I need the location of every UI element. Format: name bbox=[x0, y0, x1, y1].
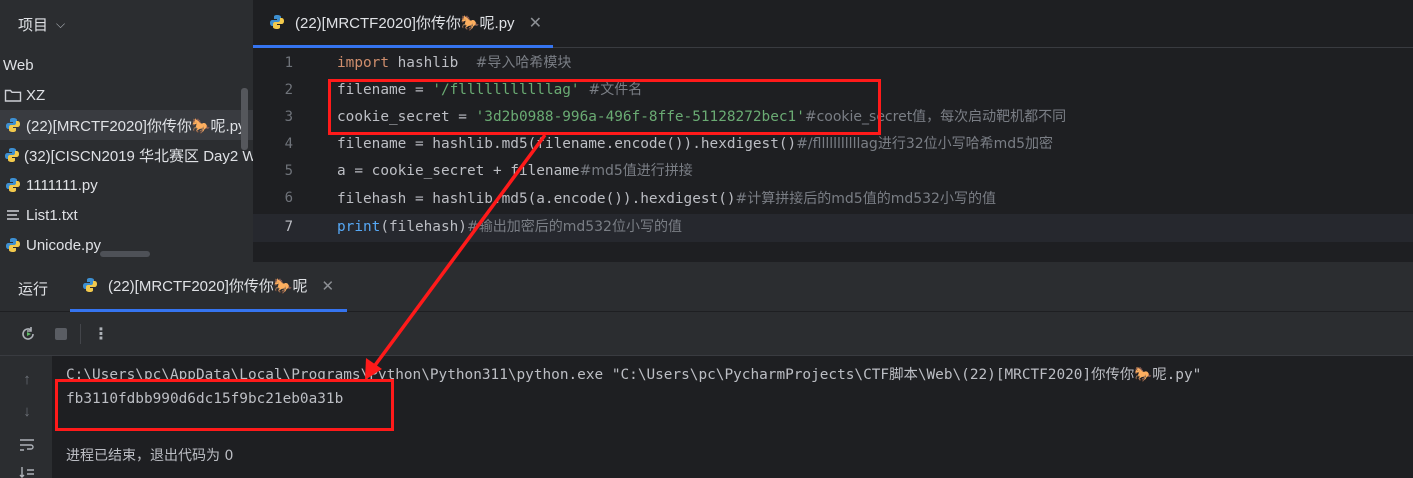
project-panel: 项目 ⌵ Web XZ (22)[MRCTF2020]你传你🐎呢.py (32)… bbox=[0, 0, 253, 262]
soft-wrap-icon[interactable] bbox=[16, 434, 38, 456]
line-number: 2 bbox=[284, 82, 293, 98]
code-line-7[interactable]: print(filehash)#输出加密后的md532位小写的值 bbox=[337, 214, 682, 241]
stop-icon[interactable] bbox=[51, 324, 71, 344]
code-line-6[interactable]: filehash = hashlib.md5(a.encode()).hexdi… bbox=[337, 186, 996, 213]
python-file-icon bbox=[4, 176, 22, 194]
code-line-4[interactable]: filename = hashlib.md5(filename.encode()… bbox=[337, 131, 1053, 158]
arrow-up-icon[interactable]: ↑ bbox=[16, 368, 38, 390]
run-header: 运行 (22)[MRCTF2020]你传你🐎呢 ✕ bbox=[0, 262, 1413, 312]
tree-item-label: XZ bbox=[26, 86, 46, 104]
line-number: 5 bbox=[284, 163, 293, 179]
line-number: 7 bbox=[284, 219, 293, 235]
more-options-icon[interactable]: ⋮ bbox=[91, 324, 111, 344]
python-file-icon bbox=[4, 236, 22, 254]
line-number-gutter: 1 2 3 4 5 6 7 bbox=[253, 48, 325, 262]
scroll-to-end-icon[interactable] bbox=[16, 462, 38, 478]
python-file-icon bbox=[269, 14, 287, 32]
python-file-icon bbox=[4, 116, 22, 134]
run-side-toolbar: ↑ ↓ bbox=[0, 356, 52, 478]
project-scrollbar-horizontal[interactable] bbox=[100, 251, 150, 257]
close-icon[interactable]: ✕ bbox=[322, 277, 335, 295]
editor-tab-bar: (22)[MRCTF2020]你传你🐎呢.py ✕ bbox=[253, 0, 1413, 48]
folder-icon bbox=[4, 86, 22, 104]
run-panel: 运行 (22)[MRCTF2020]你传你🐎呢 ✕ ⋮ ↑ ↓ C:\Users… bbox=[0, 262, 1413, 478]
tree-item-label: 1111111.py bbox=[26, 176, 98, 194]
close-icon[interactable]: ✕ bbox=[529, 13, 542, 33]
tree-item-1111111[interactable]: 1111111.py bbox=[0, 170, 253, 200]
toolbar-divider bbox=[80, 324, 81, 344]
tree-item-label: (32)[CISCN2019 华北赛区 Day2 W bbox=[24, 147, 253, 165]
line-number: 3 bbox=[284, 109, 293, 125]
line-number: 1 bbox=[284, 55, 293, 71]
arrow-down-icon[interactable]: ↓ bbox=[16, 400, 38, 422]
project-view-selector[interactable]: 项目 ⌵ bbox=[0, 0, 253, 48]
code-line-1[interactable]: import hashlib #导入哈希模块 bbox=[337, 50, 571, 77]
annotation-box-output bbox=[55, 379, 394, 431]
run-tab[interactable]: (22)[MRCTF2020]你传你🐎呢 ✕ bbox=[70, 262, 347, 312]
tree-item-xz[interactable]: XZ bbox=[0, 80, 253, 110]
line-number: 6 bbox=[284, 190, 293, 206]
console-exit-line: 进程已结束，退出代码为 0 bbox=[66, 448, 234, 464]
python-file-icon bbox=[4, 146, 20, 164]
project-title: 项目 bbox=[18, 16, 49, 34]
editor-tab-label: (22)[MRCTF2020]你传你🐎呢.py bbox=[295, 15, 515, 32]
run-tab-label: (22)[MRCTF2020]你传你🐎呢 bbox=[108, 278, 308, 295]
tree-item-label: Web bbox=[3, 56, 34, 74]
tree-item-label: List1.txt bbox=[26, 206, 78, 224]
tree-item-list1[interactable]: List1.txt bbox=[0, 200, 253, 230]
python-file-icon bbox=[82, 277, 100, 295]
tree-item-mrctf[interactable]: (22)[MRCTF2020]你传你🐎呢.py bbox=[0, 110, 253, 140]
line-number: 4 bbox=[284, 136, 293, 152]
tree-item-label: Unicode.py bbox=[26, 236, 102, 254]
code-line-5[interactable]: a = cookie_secret + filename#md5值进行拼接 bbox=[337, 158, 693, 185]
tree-item-ciscn[interactable]: (32)[CISCN2019 华北赛区 Day2 W bbox=[0, 140, 253, 170]
annotation-box-input bbox=[328, 79, 881, 135]
run-title: 运行 bbox=[18, 281, 49, 298]
tree-item-web[interactable]: Web bbox=[0, 50, 253, 80]
tree-item-label: (22)[MRCTF2020]你传你🐎呢.py bbox=[26, 117, 246, 135]
chevron-down-icon: ⌵ bbox=[56, 16, 66, 31]
rerun-icon[interactable] bbox=[18, 324, 38, 344]
project-scrollbar-vertical[interactable] bbox=[241, 88, 248, 150]
text-file-icon bbox=[4, 206, 22, 224]
editor-tab[interactable]: (22)[MRCTF2020]你传你🐎呢.py ✕ bbox=[253, 0, 553, 48]
run-toolbar: ⋮ bbox=[0, 312, 1413, 356]
